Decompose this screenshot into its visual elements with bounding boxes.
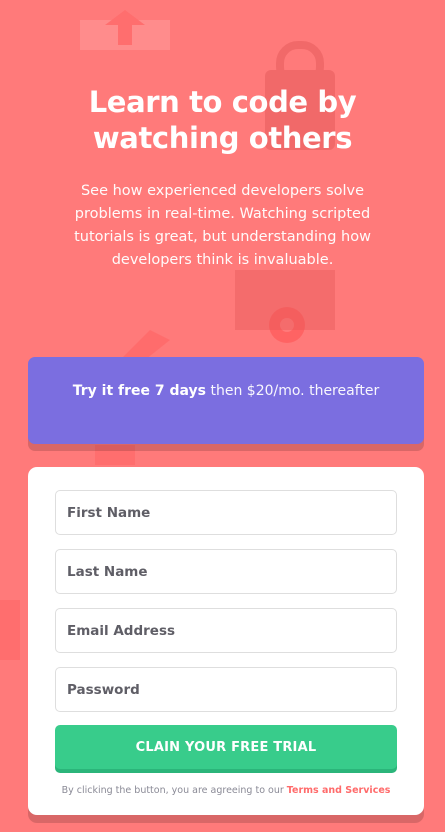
signup-form: CLAIN YOUR FREE TRIAL By clicking the bu… <box>28 467 424 815</box>
terms-text: By clicking the button, you are agreeing… <box>61 785 287 796</box>
gear-icon <box>269 307 305 343</box>
page-title: Learn to code by watching others <box>88 85 357 155</box>
trial-banner-bold: Try it free 7 days <box>72 383 207 399</box>
house-icon <box>80 10 170 50</box>
email-field[interactable] <box>55 608 397 653</box>
hero-description: See how experienced developers solve pro… <box>74 183 371 268</box>
terms-link[interactable]: Terms and Services <box>287 785 391 796</box>
bracket-icon <box>95 445 135 465</box>
terms-notice: By clicking the button, you are agreeing… <box>55 784 397 798</box>
password-field[interactable] <box>55 667 397 712</box>
first-name-field[interactable] <box>55 490 397 535</box>
claim-trial-button[interactable]: CLAIN YOUR FREE TRIAL <box>55 725 397 769</box>
trial-banner: Try it free 7 days then $20/mo. thereaft… <box>28 357 424 444</box>
last-name-field[interactable] <box>55 549 397 594</box>
bracket-icon <box>0 600 20 660</box>
hero-section: Learn to code by watching others See how… <box>0 84 445 272</box>
bracket-icon <box>235 270 335 330</box>
trial-banner-text: then $20/mo. thereafter <box>206 383 380 399</box>
